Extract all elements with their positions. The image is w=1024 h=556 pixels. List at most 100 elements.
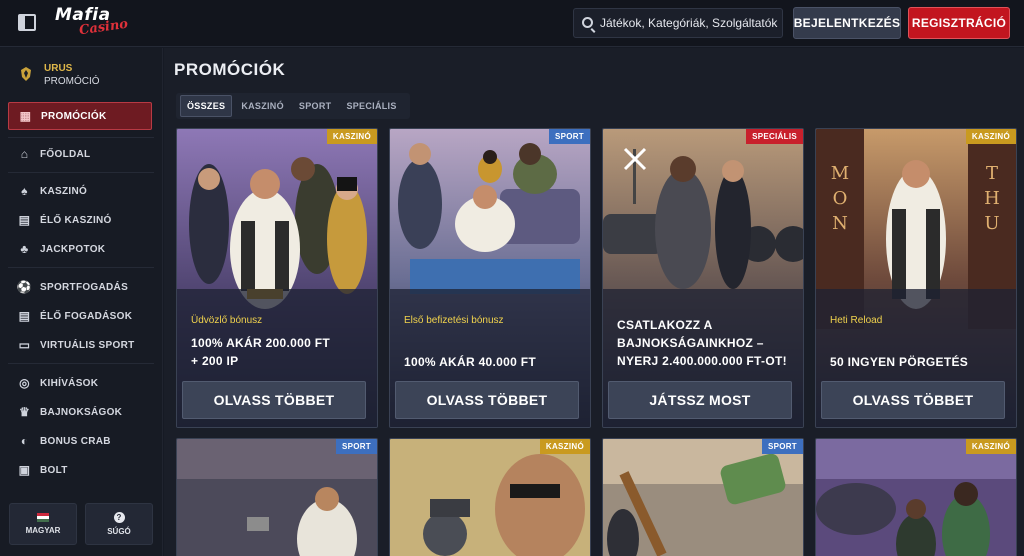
- read-more-button[interactable]: OLVASS TÖBBET: [182, 381, 366, 419]
- promo-card[interactable]: SPORT: [602, 438, 804, 556]
- promo-card-artwork: [390, 439, 590, 556]
- sidebar-divider: [8, 172, 154, 173]
- sidebar-item-label: SPORTFOGADÁS: [40, 281, 129, 293]
- register-button[interactable]: REGISZTRÁCIÓ: [908, 7, 1010, 39]
- sidebar-item-live-casino[interactable]: ▤ ÉLŐ KASZINÓ: [8, 206, 152, 234]
- sidebar-promo-urus[interactable]: URUS PROMÓCIÓ: [18, 60, 158, 92]
- category-badge: KASZINÓ: [965, 439, 1016, 454]
- sidebar-item-label: FŐOLDAL: [40, 148, 91, 160]
- trophy-icon: ♛: [18, 405, 31, 419]
- promo-headline-line2: + 200 IP: [191, 354, 239, 368]
- sidebar-item-sports-betting[interactable]: ⚽ SPORTFOGADÁS: [8, 273, 152, 301]
- svg-text:U: U: [984, 213, 999, 234]
- promo-headline-line1: 100% AKÁR 40.000 FT: [404, 355, 536, 369]
- bull-logo-icon: [21, 67, 31, 81]
- tab-special[interactable]: SPECIÁLIS: [340, 96, 402, 116]
- gift-icon: ▦: [19, 109, 32, 123]
- promo-subtitle: Első befizetési bónusz: [404, 315, 504, 326]
- search-box[interactable]: [573, 8, 783, 38]
- promo-headline-line3: NYERJ 2.400.000.000 FT-OT!: [617, 354, 787, 368]
- sidebar-item-promotions[interactable]: ▦ PROMÓCIÓK: [8, 102, 152, 130]
- promo-card-welcome-bonus[interactable]: KASZINÓ Üdvözlő bónusz 100% AKÁR 200.000…: [176, 128, 378, 428]
- category-badge: SPORT: [761, 439, 803, 454]
- svg-text:T: T: [986, 163, 998, 184]
- read-more-button[interactable]: OLVASS TÖBBET: [821, 381, 1005, 419]
- category-badge: SPORT: [335, 439, 377, 454]
- sidebar-item-home[interactable]: ⌂ FŐOLDAL: [8, 140, 152, 168]
- category-badge: SPORT: [548, 129, 590, 144]
- sidebar-item-label: KIHÍVÁSOK: [40, 377, 99, 389]
- sidebar-item-live-betting[interactable]: ▤ ÉLŐ FOGADÁSOK: [8, 302, 152, 330]
- sidebar-item-label: KASZINÓ: [40, 185, 88, 197]
- promo-card-first-deposit[interactable]: SPORT Első befizetési bónusz 100% AKÁR 4…: [389, 128, 591, 428]
- sidebar-promo-subtitle: PROMÓCIÓ: [44, 76, 100, 87]
- live-casino-icon: ▤: [18, 213, 31, 227]
- promo-subtitle: Üdvözlő bónusz: [191, 315, 263, 326]
- sidebar-divider: [8, 363, 154, 364]
- sidebar-item-challenges[interactable]: ◎ KIHÍVÁSOK: [8, 369, 152, 397]
- shop-icon: ▣: [18, 463, 31, 477]
- main-content: PROMÓCIÓK ÖSSZES KASZINÓ SPORT SPECIÁLIS: [164, 48, 1024, 556]
- filter-tabs: ÖSSZES KASZINÓ SPORT SPECIÁLIS: [176, 93, 410, 119]
- sidebar: URUS PROMÓCIÓ ▦ PROMÓCIÓK ⌂ FŐOLDAL ♠ KA…: [0, 48, 163, 556]
- promo-card-artwork: [177, 439, 377, 556]
- promo-headline-line1: 50 INGYEN PÖRGETÉS: [830, 355, 969, 369]
- sidebar-divider: [8, 267, 154, 268]
- sidebar-item-label: ÉLŐ FOGADÁSOK: [40, 310, 133, 322]
- sidebar-item-label: BAJNOKSÁGOK: [40, 406, 123, 418]
- read-more-button[interactable]: OLVASS TÖBBET: [395, 381, 579, 419]
- sidebar-item-shop[interactable]: ▣ BOLT: [8, 456, 152, 484]
- sidebar-item-virtual-sport[interactable]: ▭ VIRTUÁLIS SPORT: [8, 331, 152, 359]
- sidebar-item-casino[interactable]: ♠ KASZINÓ: [8, 177, 152, 205]
- help-button[interactable]: ? SÚGÓ: [85, 503, 153, 545]
- category-badge: SPECIÁLIS: [746, 129, 803, 144]
- login-button[interactable]: BEJELENTKEZÉS: [793, 7, 901, 39]
- logo[interactable]: Mafia Casino: [55, 5, 135, 41]
- promo-card-artwork: [816, 439, 1016, 556]
- sidebar-item-label: JACKPOTOK: [40, 243, 106, 255]
- svg-text:O: O: [833, 188, 848, 209]
- search-input[interactable]: [600, 9, 782, 37]
- sidebar-item-bonus-crab[interactable]: ◐ BONUS CRAB: [8, 427, 152, 455]
- tab-sport[interactable]: SPORT: [293, 96, 338, 116]
- category-badge: KASZINÓ: [326, 129, 377, 144]
- help-label: SÚGÓ: [107, 527, 131, 536]
- play-now-button[interactable]: JÁTSSZ MOST: [608, 381, 792, 419]
- sidebar-promo-title: URUS: [44, 63, 73, 74]
- promo-card-weekly-reload[interactable]: M O N T H U KASZINÓ Heti Reload 50 INGYE…: [815, 128, 1017, 428]
- sidebar-item-label: PROMÓCIÓK: [41, 110, 107, 122]
- promo-card[interactable]: KASZINÓ: [815, 438, 1017, 556]
- hungarian-flag-icon: [37, 513, 49, 522]
- tab-casino[interactable]: KASZINÓ: [235, 96, 290, 116]
- category-badge: KASZINÓ: [965, 129, 1016, 144]
- sidebar-item-label: BOLT: [40, 464, 68, 476]
- crab-icon: ◐: [20, 434, 29, 448]
- promo-card-tournaments[interactable]: SPECIÁLIS CSATLAKOZZ A BAJNOKSÁGAINKHOZ …: [602, 128, 804, 428]
- sidebar-item-label: ÉLŐ KASZINÓ: [40, 214, 112, 226]
- promo-headline-line1: CSATLAKOZZ A: [617, 318, 713, 332]
- promo-headline-line2: BAJNOKSÁGAINKHOZ –: [617, 336, 764, 350]
- language-button[interactable]: MAGYAR: [9, 503, 77, 545]
- sidebar-item-tournaments[interactable]: ♛ BAJNOKSÁGOK: [8, 398, 152, 426]
- language-label: MAGYAR: [25, 526, 61, 535]
- svg-text:H: H: [984, 188, 1000, 209]
- promo-card[interactable]: SPORT: [176, 438, 378, 556]
- promo-card[interactable]: KASZINÓ: [389, 438, 591, 556]
- promo-headline-line1: 100% AKÁR 200.000 FT: [191, 336, 330, 350]
- promo-card-artwork: [603, 439, 803, 556]
- monitor-icon: ▭: [18, 338, 31, 352]
- sidebar-item-label: BONUS CRAB: [40, 435, 111, 447]
- svg-text:M: M: [831, 163, 849, 184]
- sidebar-item-jackpots[interactable]: ♣ JACKPOTOK: [8, 235, 152, 263]
- clover-icon: ♣: [20, 242, 29, 256]
- target-icon: ◎: [19, 376, 30, 390]
- sidebar-divider: [8, 137, 154, 138]
- help-icon: ?: [113, 512, 125, 523]
- sidebar-toggle-icon[interactable]: [18, 14, 36, 31]
- spade-icon: ♠: [21, 184, 28, 198]
- sidebar-item-label: VIRTUÁLIS SPORT: [40, 339, 135, 351]
- top-bar: Mafia Casino BEJELENTKEZÉS REGISZTRÁCIÓ: [0, 0, 1024, 47]
- page-title: PROMÓCIÓK: [174, 60, 286, 79]
- promo-subtitle: Heti Reload: [830, 315, 883, 326]
- tab-all[interactable]: ÖSSZES: [180, 95, 233, 117]
